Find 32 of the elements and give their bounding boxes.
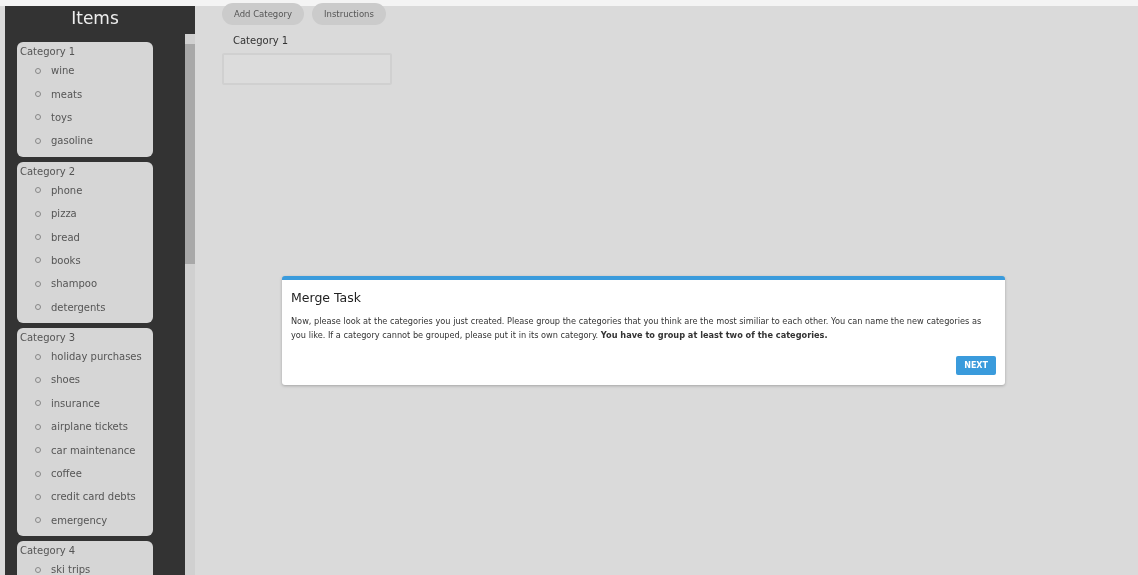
item-label[interactable]: detergents: [51, 301, 106, 313]
category-name: Category 1: [20, 45, 77, 59]
item-label[interactable]: ski trips: [51, 564, 91, 575]
sidebar-title: Items: [70, 7, 120, 30]
scrollbar[interactable]: [185, 34, 195, 575]
item-label[interactable]: credit card debts: [51, 491, 136, 503]
item-label[interactable]: car maintenance: [51, 444, 136, 456]
category-name: Category 1: [232, 35, 290, 46]
item-label[interactable]: pizza: [51, 208, 77, 220]
item-label[interactable]: meats: [51, 88, 83, 100]
toolbar-button[interactable]: Instructions: [312, 3, 386, 25]
item-label[interactable]: toys: [51, 111, 73, 123]
item-label[interactable]: bread: [51, 231, 80, 243]
category-name: Category 3: [20, 330, 77, 345]
toolbar-button[interactable]: Add Category: [222, 3, 304, 25]
category-name: Category 4: [20, 544, 77, 559]
next-button[interactable]: NEXT: [956, 356, 996, 375]
item-label[interactable]: gasoline: [51, 135, 93, 147]
item-label[interactable]: phone: [51, 184, 83, 196]
scrollbar-thumb[interactable]: [185, 44, 195, 264]
item-label[interactable]: shoes: [51, 374, 81, 386]
item-label[interactable]: coffee: [51, 468, 82, 480]
category-name: Category 2: [20, 164, 77, 179]
dialog-text: Now, please look at the categories you just created. Please group the categories that you think are the most similiar to each other. You can name the new categories as you like. If a category cannot be grouped, please put it in its own category. You have to group at least two of the categories.: [291, 315, 983, 342]
item-label[interactable]: shampoo: [51, 278, 97, 290]
item-label[interactable]: holiday purchases: [51, 351, 142, 363]
item-label[interactable]: wine: [51, 65, 75, 77]
item-label[interactable]: insurance: [51, 397, 100, 409]
item-label[interactable]: emergency: [51, 514, 108, 526]
dialog-title: Merge Task: [291, 290, 362, 305]
item-label[interactable]: books: [51, 254, 81, 266]
item-label[interactable]: airplane tickets: [51, 421, 128, 433]
